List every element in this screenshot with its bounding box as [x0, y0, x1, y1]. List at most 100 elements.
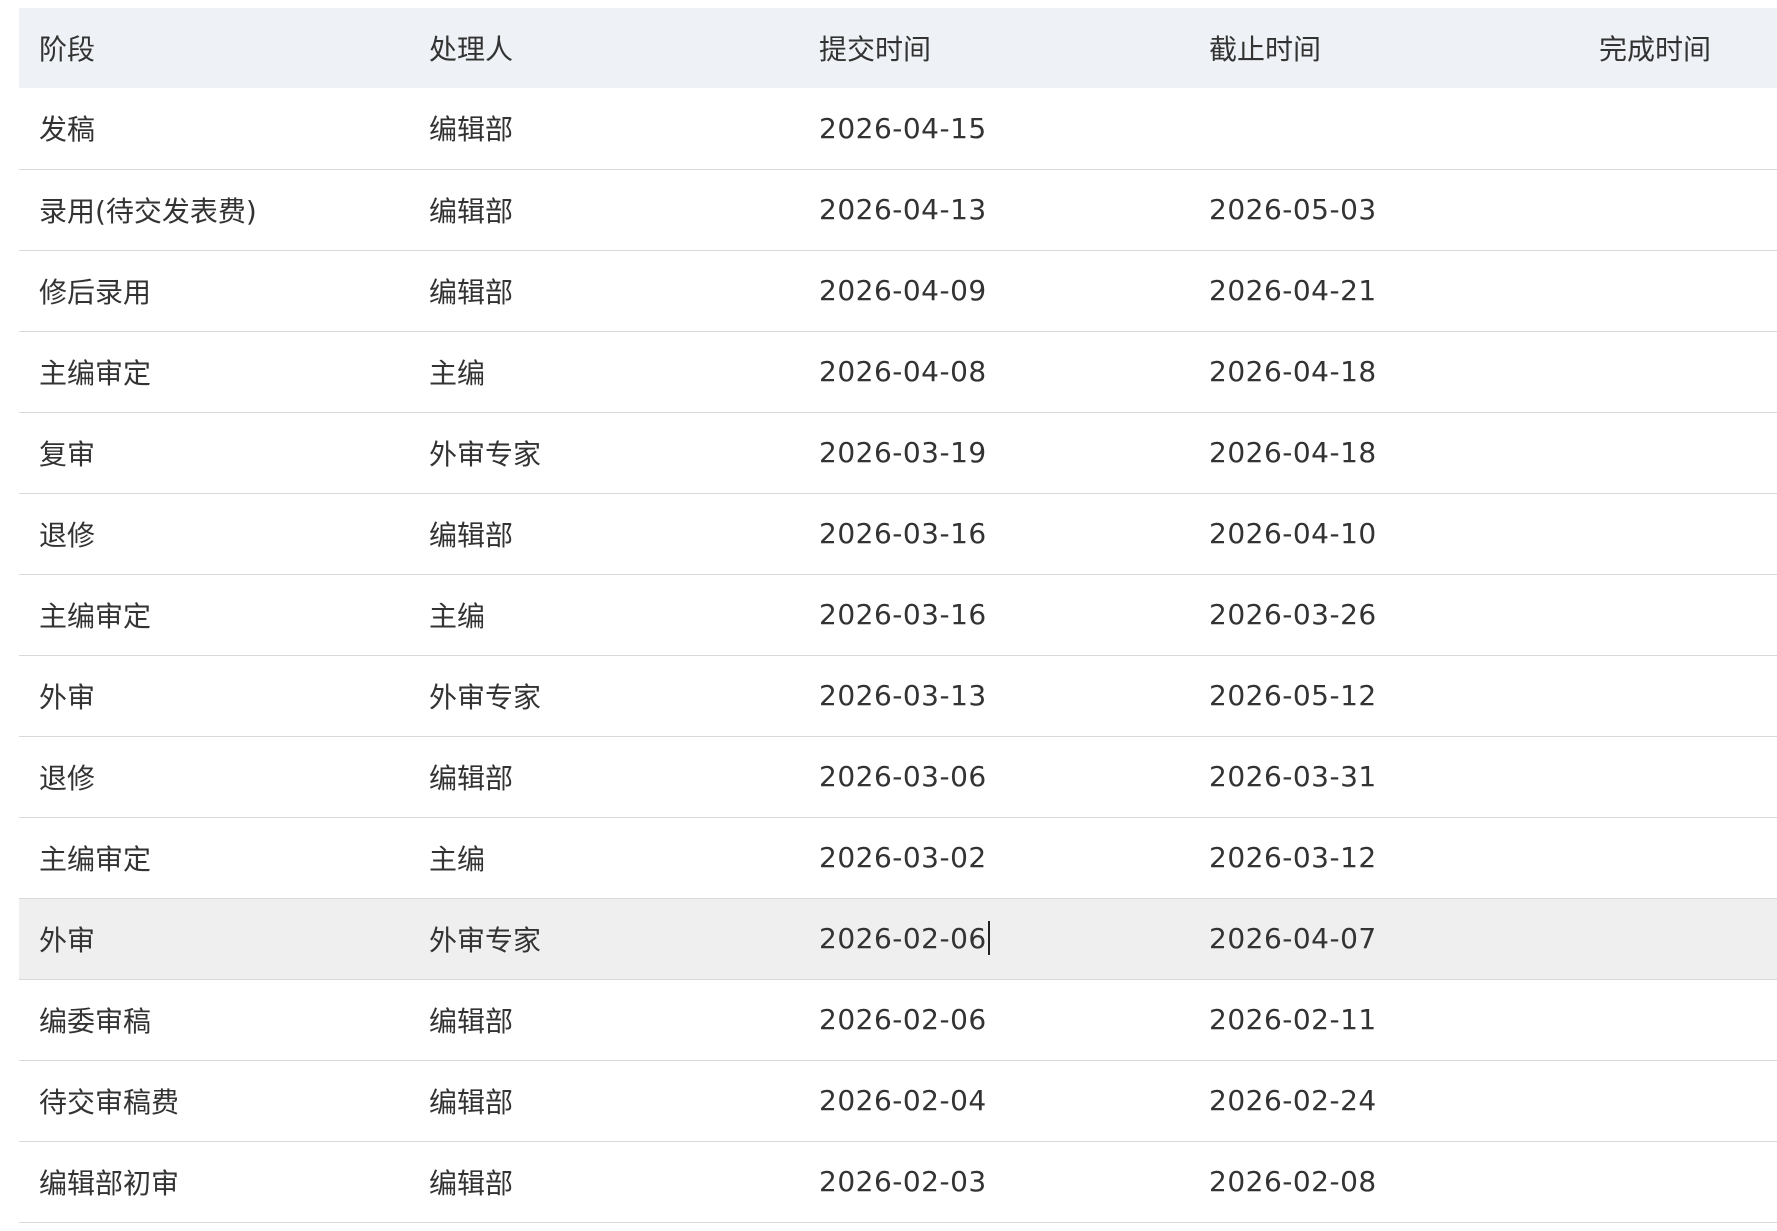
review-history-table: 阶段 处理人 提交时间 截止时间 完成时间 发稿 编辑部 2026-04-15 录用(…: [19, 8, 1777, 1223]
cell-completed-time: [1579, 1060, 1777, 1141]
cell-completed-time: [1579, 493, 1777, 574]
cell-submitted-time-text: 2026-03-16: [819, 517, 987, 550]
cell-submitted-time-text: 2026-03-19: [819, 436, 987, 469]
cell-stage: 编委审稿: [19, 979, 409, 1060]
cell-handler: 编辑部: [409, 736, 799, 817]
cell-stage-text: 主编审定: [39, 356, 152, 390]
cell-deadline: 2026-05-03: [1189, 169, 1579, 250]
cell-submitted-time-text: 2026-04-13: [819, 193, 987, 226]
cell-stage-text: 主编审定: [39, 842, 152, 876]
table-row[interactable]: 外审 外审专家 2026-03-13 2026-05-12: [19, 655, 1777, 736]
cell-stage-text: 编委审稿: [39, 1004, 152, 1038]
table-row[interactable]: 主编审定 主编 2026-04-08 2026-04-18: [19, 331, 1777, 412]
cell-submitted-time-text: 2026-04-08: [819, 355, 987, 388]
cell-submitted-time: 2026-03-19: [799, 412, 1189, 493]
cell-handler: 编辑部: [409, 250, 799, 331]
cell-deadline: 2026-04-21: [1189, 250, 1579, 331]
column-header-handler[interactable]: 处理人: [409, 8, 799, 88]
cell-stage-text: 编辑部初审: [39, 1166, 180, 1200]
cell-deadline-text: 2026-02-08: [1209, 1165, 1377, 1198]
cell-stage-text: 退修: [39, 761, 96, 795]
cell-completed-time: [1579, 169, 1777, 250]
cell-stage-text: 外审: [39, 923, 96, 957]
cell-deadline-text: 2026-05-03: [1209, 193, 1377, 226]
column-header-submitted-time[interactable]: 提交时间: [799, 8, 1189, 88]
cell-completed-time: [1579, 736, 1777, 817]
cell-deadline: 2026-02-11: [1189, 979, 1579, 1060]
cell-handler: 编辑部: [409, 979, 799, 1060]
cell-handler-text: 编辑部: [429, 113, 514, 147]
table-header-row: 阶段 处理人 提交时间 截止时间 完成时间: [19, 8, 1777, 88]
cell-handler: 编辑部: [409, 169, 799, 250]
table-row[interactable]: 主编审定 主编 2026-03-02 2026-03-12: [19, 817, 1777, 898]
cell-deadline: 2026-04-07: [1189, 898, 1579, 979]
cell-handler: 编辑部: [409, 493, 799, 574]
cell-stage-text: 录用(待交发表费): [39, 194, 257, 228]
cell-submitted-time-text: 2026-04-15: [819, 111, 987, 145]
cell-handler-text: 外审专家: [429, 680, 542, 714]
table-row[interactable]: 外审 外审专家 2026-02-06 2026-04-07: [19, 898, 1777, 979]
cell-completed-time: [1579, 817, 1777, 898]
review-history-table-container: 阶段 处理人 提交时间 截止时间 完成时间 发稿 编辑部 2026-04-15 录用(…: [19, 8, 1777, 1223]
column-header-stage[interactable]: 阶段: [19, 8, 409, 88]
table-row[interactable]: 主编审定 主编 2026-03-16 2026-03-26: [19, 574, 1777, 655]
table-row[interactable]: 退修 编辑部 2026-03-16 2026-04-10: [19, 493, 1777, 574]
cell-handler-text: 编辑部: [429, 761, 514, 795]
cell-stage-text: 主编审定: [39, 599, 152, 633]
cell-stage: 外审: [19, 898, 409, 979]
cell-submitted-time: 2026-02-06: [799, 898, 1189, 979]
cell-deadline: 2026-02-24: [1189, 1060, 1579, 1141]
cell-stage-text: 发稿: [39, 113, 96, 147]
cell-submitted-time-text: 2026-02-06: [819, 922, 987, 955]
table-row[interactable]: 退修 编辑部 2026-03-06 2026-03-31: [19, 736, 1777, 817]
table-row[interactable]: 复审 外审专家 2026-03-19 2026-04-18: [19, 412, 1777, 493]
cell-submitted-time: 2026-02-04: [799, 1060, 1189, 1141]
table-row[interactable]: 编辑部初审 编辑部 2026-02-03 2026-02-08: [19, 1141, 1777, 1222]
column-header-deadline[interactable]: 截止时间: [1189, 8, 1579, 88]
cell-submitted-time: 2026-04-09: [799, 250, 1189, 331]
cell-submitted-time-text: 2026-03-13: [819, 679, 987, 712]
cell-stage: 主编审定: [19, 817, 409, 898]
cell-handler-text: 编辑部: [429, 194, 514, 228]
cell-submitted-time-text: 2026-03-02: [819, 841, 987, 874]
cell-completed-time: [1579, 979, 1777, 1060]
cell-stage: 主编审定: [19, 331, 409, 412]
cell-stage: 待交审稿费: [19, 1060, 409, 1141]
cell-deadline-text: 2026-03-12: [1209, 841, 1377, 874]
cell-deadline-text: 2026-05-12: [1209, 679, 1377, 712]
cell-submitted-time: 2026-03-16: [799, 574, 1189, 655]
table-row[interactable]: 编委审稿 编辑部 2026-02-06 2026-02-11: [19, 979, 1777, 1060]
text-cursor-icon: [987, 921, 990, 955]
cell-handler-text: 编辑部: [429, 275, 514, 309]
cell-deadline-text: 2026-04-07: [1209, 922, 1377, 955]
cell-completed-time: [1579, 655, 1777, 736]
table-row[interactable]: 发稿 编辑部 2026-04-15: [19, 88, 1777, 169]
cell-submitted-time-text: 2026-04-09: [819, 274, 987, 307]
cell-deadline-text: 2026-04-18: [1209, 436, 1377, 469]
cell-handler: 编辑部: [409, 1060, 799, 1141]
cell-deadline-text: 2026-02-24: [1209, 1084, 1377, 1117]
table-body: 发稿 编辑部 2026-04-15 录用(待交发表费) 编辑部 2026-04-13 202…: [19, 88, 1777, 1222]
cell-deadline-text: 2026-04-10: [1209, 517, 1377, 550]
table-row[interactable]: 待交审稿费 编辑部 2026-02-04 2026-02-24: [19, 1060, 1777, 1141]
cell-stage-text: 复审: [39, 437, 96, 471]
column-header-completed-time[interactable]: 完成时间: [1579, 8, 1777, 88]
cell-submitted-time: 2026-03-02: [799, 817, 1189, 898]
table-row[interactable]: 修后录用 编辑部 2026-04-09 2026-04-21: [19, 250, 1777, 331]
cell-submitted-time: 2026-03-13: [799, 655, 1189, 736]
cell-deadline: 2026-04-18: [1189, 331, 1579, 412]
table-row[interactable]: 录用(待交发表费) 编辑部 2026-04-13 2026-05-03: [19, 169, 1777, 250]
cell-deadline: 2026-04-10: [1189, 493, 1579, 574]
cell-completed-time: [1579, 898, 1777, 979]
cell-submitted-time-text: 2026-02-03: [819, 1165, 987, 1198]
cell-submitted-time: 2026-04-08: [799, 331, 1189, 412]
cell-stage: 发稿: [19, 88, 409, 169]
cell-stage-text: 退修: [39, 518, 96, 552]
cell-completed-time: [1579, 1141, 1777, 1222]
cell-submitted-time-text: 2026-03-16: [819, 598, 987, 631]
cell-deadline: 2026-03-31: [1189, 736, 1579, 817]
cell-deadline: 2026-03-26: [1189, 574, 1579, 655]
cell-stage: 主编审定: [19, 574, 409, 655]
cell-handler-text: 编辑部: [429, 1085, 514, 1119]
cell-deadline: 2026-03-12: [1189, 817, 1579, 898]
